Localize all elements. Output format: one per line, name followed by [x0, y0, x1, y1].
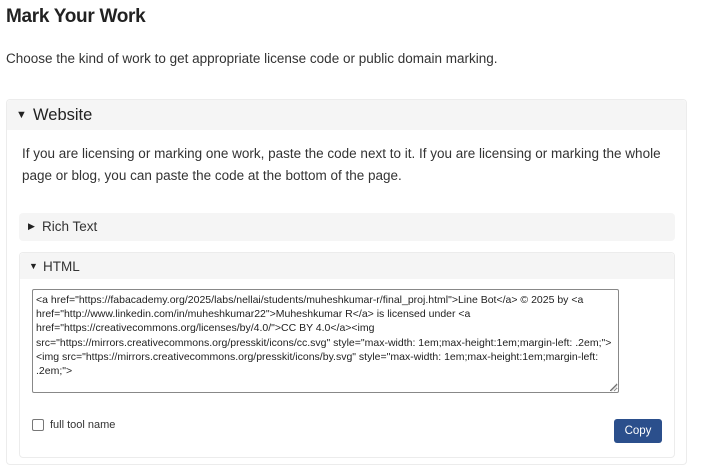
html-code-textarea[interactable]: <a href="https://fabacademy.org/2025/lab…	[32, 289, 619, 393]
website-header[interactable]: ▼ Website	[7, 100, 686, 130]
copy-button[interactable]: Copy	[614, 419, 662, 443]
page-title: Mark Your Work	[6, 6, 146, 27]
website-title: Website	[33, 105, 93, 124]
full-tool-name-row: full tool name	[32, 419, 115, 431]
rich-text-title: Rich Text	[42, 218, 98, 234]
triangle-right-icon: ▶	[28, 220, 35, 231]
rich-text-header[interactable]: ▶ Rich Text	[19, 213, 675, 239]
triangle-down-icon: ▼	[16, 109, 27, 121]
resize-grip-icon[interactable]	[610, 384, 618, 392]
html-title: HTML	[43, 258, 80, 274]
triangle-down-icon: ▼	[29, 261, 38, 271]
html-header[interactable]: ▼ HTML	[20, 253, 674, 279]
website-description: If you are licensing or marking one work…	[22, 146, 661, 183]
full-tool-name-label: full tool name	[50, 419, 116, 431]
full-tool-name-checkbox[interactable]	[32, 419, 44, 431]
page-intro: Choose the kind of work to get appropria…	[6, 51, 498, 66]
website-panel: ▼ Website If you are licensing or markin…	[6, 99, 687, 465]
rich-text-panel: ▶ Rich Text	[19, 213, 675, 241]
html-panel: ▼ HTML <a href="https://fabacademy.org/2…	[19, 252, 675, 458]
